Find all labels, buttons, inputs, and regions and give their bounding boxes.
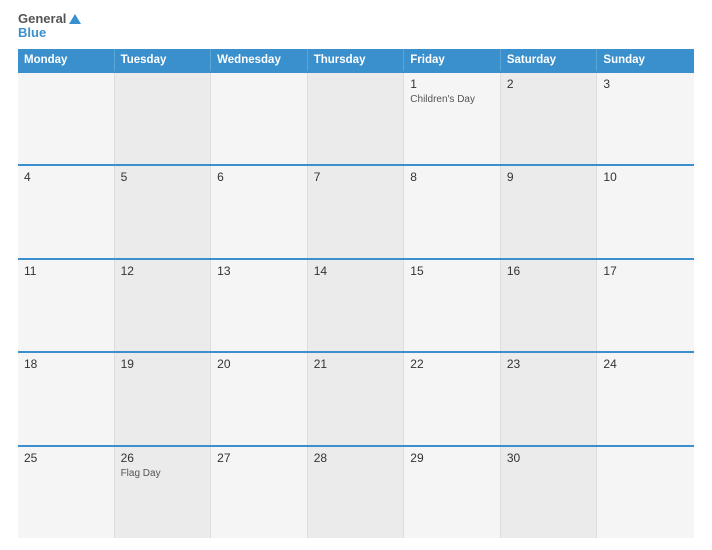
calendar: MondayTuesdayWednesdayThursdayFridaySatu…	[18, 49, 694, 538]
day-number: 14	[314, 264, 398, 278]
day-number: 29	[410, 451, 494, 465]
calendar-cell: 15	[404, 260, 501, 351]
calendar-week: 456789 10	[18, 164, 694, 257]
day-number: 23	[507, 357, 591, 371]
calendar-cell	[18, 73, 115, 164]
calendar-cell: 19	[115, 353, 212, 444]
calendar-header: MondayTuesdayWednesdayThursdayFridaySatu…	[18, 49, 694, 71]
day-number: 11	[24, 264, 108, 278]
day-number: 10	[603, 170, 688, 184]
calendar-cell	[308, 73, 405, 164]
calendar-cell: 21	[308, 353, 405, 444]
calendar-cell: 22	[404, 353, 501, 444]
day-number: 22	[410, 357, 494, 371]
day-number: 16	[507, 264, 591, 278]
calendar-cell: 7	[308, 166, 405, 257]
calendar-cell: 11	[18, 260, 115, 351]
day-number: 30	[507, 451, 591, 465]
calendar-cell: 8	[404, 166, 501, 257]
day-number: 1	[410, 77, 494, 91]
calendar-cell: 5	[115, 166, 212, 257]
day-number: 25	[24, 451, 108, 465]
day-number: 7	[314, 170, 398, 184]
calendar-cell	[597, 447, 694, 538]
calendar-cell: 29	[404, 447, 501, 538]
day-number: 24	[603, 357, 688, 371]
calendar-cell: 3	[597, 73, 694, 164]
day-number: 5	[121, 170, 205, 184]
calendar-cell: 10	[597, 166, 694, 257]
day-number: 28	[314, 451, 398, 465]
calendar-header-cell: Tuesday	[115, 49, 212, 71]
calendar-header-cell: Friday	[404, 49, 501, 71]
day-number: 26	[121, 451, 205, 465]
day-number: 2	[507, 77, 591, 91]
calendar-cell	[115, 73, 212, 164]
calendar-header-cell: Sunday	[597, 49, 694, 71]
calendar-cell: 28	[308, 447, 405, 538]
calendar-week: 1 Children's Day 23	[18, 71, 694, 164]
calendar-cell: 9	[501, 166, 598, 257]
calendar-cell	[211, 73, 308, 164]
day-number: 6	[217, 170, 301, 184]
calendar-cell: 27	[211, 447, 308, 538]
calendar-cell: 6	[211, 166, 308, 257]
day-number: 20	[217, 357, 301, 371]
calendar-cell: 14	[308, 260, 405, 351]
logo-blue: Blue	[18, 26, 46, 40]
calendar-cell: 23	[501, 353, 598, 444]
calendar-week: 18 19 20 21 22 23 24	[18, 351, 694, 444]
calendar-body: 1Children's Day2345678910111213141516171…	[18, 71, 694, 538]
calendar-cell: 26 Flag Day	[115, 447, 212, 538]
day-number: 13	[217, 264, 301, 278]
calendar-header-cell: Saturday	[501, 49, 598, 71]
calendar-cell: 17	[597, 260, 694, 351]
calendar-header-cell: Thursday	[308, 49, 405, 71]
calendar-cell: 20	[211, 353, 308, 444]
logo-general: General	[18, 12, 66, 26]
calendar-cell: 18	[18, 353, 115, 444]
calendar-week: 25 26 Flag Day 27 28 29 30	[18, 445, 694, 538]
calendar-header-cell: Monday	[18, 49, 115, 71]
day-number: 8	[410, 170, 494, 184]
day-number: 15	[410, 264, 494, 278]
day-number: 4	[24, 170, 108, 184]
calendar-page: General Blue MondayTuesdayWednesdayThurs…	[0, 0, 712, 550]
calendar-cell: 25	[18, 447, 115, 538]
day-number: 27	[217, 451, 301, 465]
day-event: Children's Day	[410, 94, 494, 105]
calendar-cell: 30	[501, 447, 598, 538]
calendar-cell: 24	[597, 353, 694, 444]
calendar-cell: 1 Children's Day	[404, 73, 501, 164]
day-number: 9	[507, 170, 591, 184]
day-number: 17	[603, 264, 688, 278]
day-number: 21	[314, 357, 398, 371]
day-event: Flag Day	[121, 468, 205, 479]
day-number: 19	[121, 357, 205, 371]
calendar-cell: 2	[501, 73, 598, 164]
calendar-week: 11 12 13 14 15 16 17	[18, 258, 694, 351]
logo: General Blue	[18, 12, 81, 41]
calendar-cell: 12	[115, 260, 212, 351]
day-number: 3	[603, 77, 688, 91]
calendar-cell: 16	[501, 260, 598, 351]
day-number: 18	[24, 357, 108, 371]
calendar-cell: 4	[18, 166, 115, 257]
calendar-cell: 13	[211, 260, 308, 351]
day-number: 12	[121, 264, 205, 278]
page-header: General Blue	[18, 12, 694, 41]
calendar-header-cell: Wednesday	[211, 49, 308, 71]
